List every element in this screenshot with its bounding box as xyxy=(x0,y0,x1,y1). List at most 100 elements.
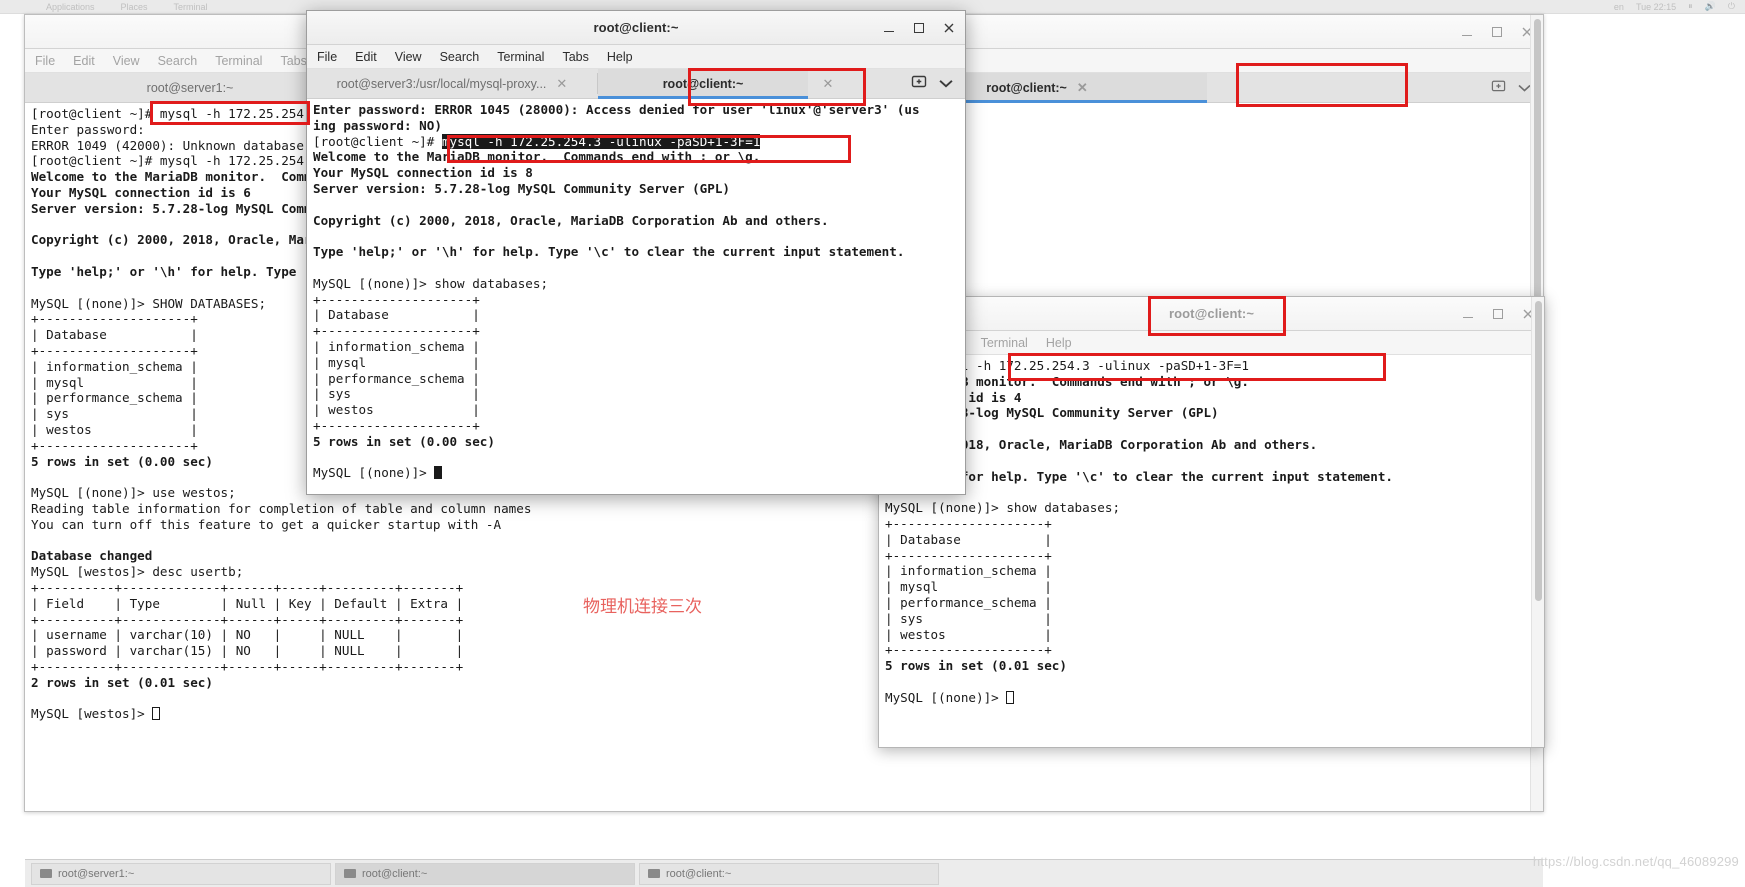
panel-volume-icon[interactable]: 🔊 xyxy=(1705,1,1716,12)
menu-search[interactable]: Search xyxy=(158,54,198,68)
menu-view[interactable]: View xyxy=(395,50,422,64)
terminal-line: | information_schema | xyxy=(885,563,1052,579)
tab-label: root@client:~ xyxy=(986,80,1067,95)
menu-terminal[interactable]: Terminal xyxy=(497,50,544,64)
menu-edit[interactable]: Edit xyxy=(73,54,95,68)
maximize-icon[interactable] xyxy=(911,20,927,36)
minimize-icon[interactable] xyxy=(1460,306,1476,322)
terminal-line: +--------------------+ xyxy=(313,291,480,307)
menu-edit[interactable]: Edit xyxy=(355,50,377,64)
minimize-icon[interactable] xyxy=(881,20,897,36)
tab-close-area[interactable]: ✕ xyxy=(808,69,848,98)
terminal-icon xyxy=(344,869,356,878)
scrollbar-client-right[interactable] xyxy=(1531,297,1544,747)
terminal-line: MySQL [(none)]> show databases; xyxy=(885,500,1121,516)
maximize-icon[interactable] xyxy=(1489,24,1505,40)
terminal-line: | Database | xyxy=(885,531,1052,547)
terminal-cursor xyxy=(1006,690,1015,704)
terminal-line: Copyright (c) 2000, 2018, Oracle, MariaD… xyxy=(313,212,829,228)
terminal-line: [root@client ~]# mysql -h 172.25.254.3 -… xyxy=(313,133,761,149)
menu-search[interactable]: Search xyxy=(440,50,480,64)
terminal-window-client-center[interactable]: root@client:~ File Edit View Search Term… xyxy=(306,10,966,495)
taskbar-item-client-2[interactable]: root@client:~ xyxy=(639,862,939,885)
panel-menu-terminal[interactable]: Terminal xyxy=(174,2,208,12)
taskbar-item-client-1[interactable]: root@client:~ xyxy=(335,862,635,885)
terminal-line: +--------------------+ xyxy=(313,323,480,339)
panel-media-icon[interactable]: ⏸ xyxy=(1688,1,1693,12)
terminal-line: | Database | xyxy=(313,307,480,323)
tab-label: root@client:~ xyxy=(662,76,744,91)
chevron-down-icon[interactable] xyxy=(939,75,953,93)
terminal-line: +--------------------+ xyxy=(885,515,1052,531)
menu-terminal[interactable]: Terminal xyxy=(215,54,262,68)
terminal-line: +--------------------+ xyxy=(885,642,1052,658)
terminal-line: Your MySQL connection id is 8 xyxy=(313,165,533,181)
panel-input-source[interactable]: en xyxy=(1614,2,1624,12)
window-list-taskbar: root@server1:~ root@client:~ root@client… xyxy=(25,859,1543,887)
taskbar-label: root@server1:~ xyxy=(58,867,135,880)
terminal-line: 5 rows in set (0.00 sec) xyxy=(313,433,495,449)
terminal-icon xyxy=(40,869,52,878)
new-tab-icon[interactable] xyxy=(911,73,927,94)
terminal-line: t ~]# mysql -h 172.25.254.3 -ulinux -paS… xyxy=(885,358,1249,373)
taskbar-item-server1[interactable]: root@server1:~ xyxy=(31,862,331,885)
menu-tabs[interactable]: Tabs xyxy=(562,50,588,64)
close-icon[interactable] xyxy=(941,20,957,36)
menu-tabs[interactable]: Tabs xyxy=(280,54,306,68)
titlebar-client-center[interactable]: root@client:~ xyxy=(307,11,965,45)
taskbar-label: root@client:~ xyxy=(666,867,732,880)
panel-clock[interactable]: Tue 22:15 xyxy=(1636,2,1676,12)
terminal-output-client-center[interactable]: Enter password: ERROR 1045 (28000): Acce… xyxy=(307,99,965,494)
terminal-line: | performance_schema | xyxy=(313,370,480,386)
terminal-line: ion: 5.7.28-log MySQL Community Server (… xyxy=(885,405,1219,421)
terminal-line: c) 2000, 2018, Oracle, MariaDB Corporati… xyxy=(885,436,1318,452)
terminal-line: Server version: 5.7.28-log MySQL Communi… xyxy=(313,180,731,196)
tab-close-icon[interactable]: ✕ xyxy=(823,76,834,92)
menu-help[interactable]: Help xyxy=(1046,336,1072,350)
maximize-icon[interactable] xyxy=(1490,306,1506,322)
terminal-line: the MariaDB monitor. Commands end with ;… xyxy=(885,373,1249,389)
panel-power-icon[interactable]: ⏻ xyxy=(1728,1,1735,12)
tab-close-icon[interactable]: ✕ xyxy=(556,76,567,92)
terminal-output-client-right[interactable]: t ~]# mysql -h 172.25.254.3 -ulinux -paS… xyxy=(879,355,1544,717)
minimize-icon[interactable] xyxy=(1459,24,1475,40)
tab-close-icon[interactable]: ✕ xyxy=(1077,80,1088,96)
terminal-line: ing password: NO) xyxy=(313,117,442,133)
menu-terminal[interactable]: Terminal xyxy=(981,336,1028,350)
panel-menu-applications[interactable]: Applications xyxy=(46,2,95,12)
terminal-line: | sys | xyxy=(313,386,480,402)
terminal-line: | sys | xyxy=(885,610,1052,626)
menubar-client-center: File Edit View Search Terminal Tabs Help xyxy=(307,45,965,69)
menubar-client-right: ew Search Terminal Help xyxy=(879,331,1544,355)
menu-help[interactable]: Help xyxy=(607,50,633,64)
terminal-icon xyxy=(648,869,660,878)
terminal-line: Welcome to the MariaDB monitor. Commands… xyxy=(313,149,761,165)
terminal-line: | westos | xyxy=(313,402,480,418)
menu-file[interactable]: File xyxy=(35,54,55,68)
menu-file[interactable]: File xyxy=(317,50,337,64)
tabbar-client-center: root@server3:/usr/local/mysql-proxy... ✕… xyxy=(307,69,965,99)
terminal-line: ' or '\h' for help. Type '\c' to clear t… xyxy=(885,468,1393,484)
terminal-window-client-right[interactable]: root@client:~ ew Search Terminal Help t … xyxy=(878,296,1545,748)
menu-view[interactable]: View xyxy=(113,54,140,68)
watermark: https://blog.csdn.net/qq_46089299 xyxy=(1532,854,1739,869)
annotation-note: 物理机连接三次 xyxy=(583,597,702,617)
panel-menu-places[interactable]: Places xyxy=(121,2,148,12)
terminal-line: | information_schema | xyxy=(313,338,480,354)
terminal-line: +--------------------+ xyxy=(313,417,480,433)
tab-root-server3-proxy[interactable]: root@server3:/usr/local/mysql-proxy... ✕ xyxy=(307,69,597,98)
terminal-selection: mysql -h 172.25.254.3 -ulinux -paSD+1-3F… xyxy=(441,133,761,149)
terminal-line: Enter password: ERROR 1045 (28000): Acce… xyxy=(313,102,920,117)
terminal-line: connection id is 4 xyxy=(885,389,1022,405)
tab-label: root@server3:/usr/local/mysql-proxy... xyxy=(336,76,547,91)
new-tab-icon[interactable] xyxy=(1491,78,1506,98)
terminal-line: 5 rows in set (0.01 sec) xyxy=(885,658,1067,674)
titlebar-client-right[interactable]: root@client:~ xyxy=(879,297,1544,331)
tab-root-client-center[interactable]: root@client:~ xyxy=(598,69,808,99)
